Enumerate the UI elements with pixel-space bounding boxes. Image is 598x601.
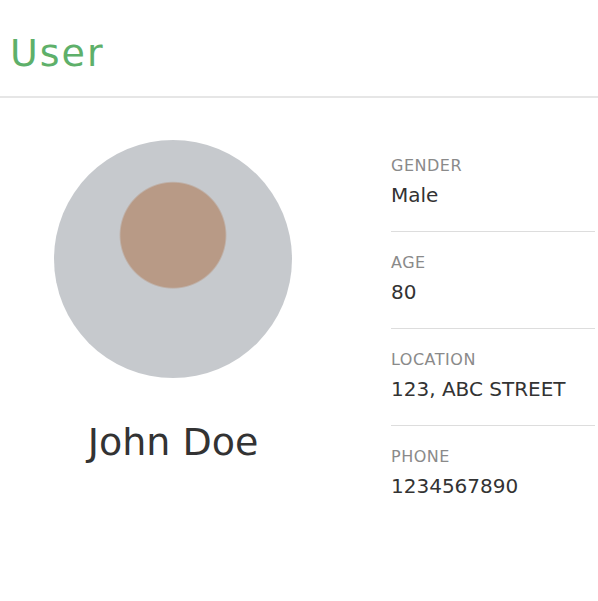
page-title: User (10, 28, 588, 78)
detail-label: AGE (391, 252, 595, 274)
avatar-photo (54, 140, 292, 378)
detail-label: PHONE (391, 446, 595, 468)
profile-summary: John Doe (0, 98, 346, 522)
user-page: User John Doe GENDER MaleAGE 80LOCATION … (0, 0, 598, 601)
profile-card: John Doe GENDER MaleAGE 80LOCATION 123, … (0, 98, 598, 522)
details-list: GENDER MaleAGE 80LOCATION 123, ABC STREE… (346, 98, 595, 522)
detail-row: AGE 80 (391, 232, 595, 329)
detail-row: GENDER Male (391, 145, 595, 232)
header: User (0, 0, 598, 98)
detail-row: LOCATION 123, ABC STREET (391, 329, 595, 426)
detail-value: 80 (391, 278, 595, 306)
detail-row: PHONE 1234567890 (391, 426, 595, 522)
detail-value: 123, ABC STREET (391, 375, 595, 403)
user-name: John Doe (88, 418, 259, 466)
detail-value: 1234567890 (391, 472, 595, 500)
detail-label: LOCATION (391, 349, 595, 371)
detail-label: GENDER (391, 155, 595, 177)
detail-value: Male (391, 181, 595, 209)
